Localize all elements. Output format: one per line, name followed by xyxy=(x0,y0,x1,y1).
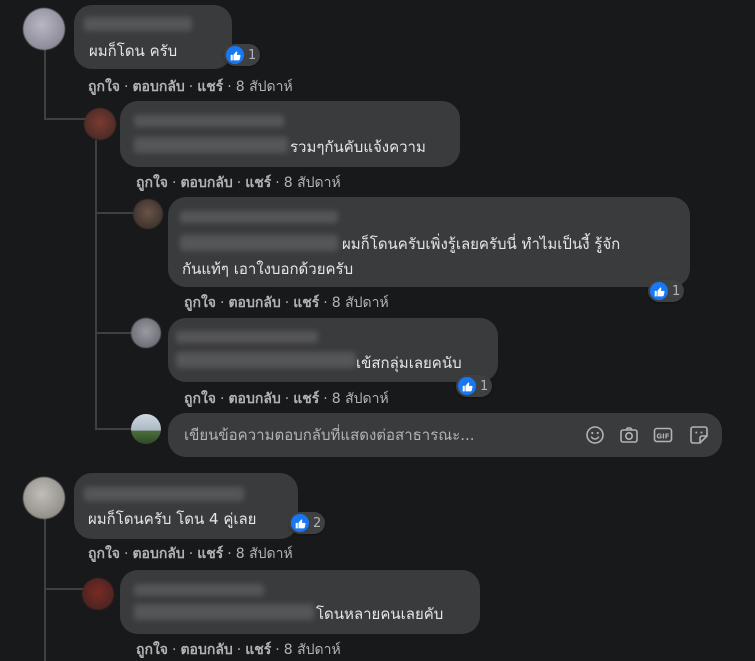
redacted-text xyxy=(134,604,314,620)
reaction-count: 1 xyxy=(480,378,489,394)
thread-line-2 xyxy=(95,140,97,430)
like-icon xyxy=(291,514,309,532)
sticker-icon[interactable] xyxy=(689,425,709,445)
comment-actions: ถูกใจ · ตอบกลับ · แชร์ · 8 สัปดาห์ xyxy=(184,391,389,407)
timestamp[interactable]: 8 สัปดาห์ xyxy=(332,295,389,311)
comment-actions: ถูกใจ · ตอบกลับ · แชร์ · 8 สัปดาห์ xyxy=(136,642,341,658)
share-link[interactable]: แชร์ xyxy=(245,175,271,191)
reaction-badge[interactable]: 1 xyxy=(456,375,493,397)
redacted-author-name[interactable] xyxy=(134,115,284,127)
comment-bubble: ผมก็โดนครับเพิ่งรู้เลยครับนี่ ทำไมเป็นงี… xyxy=(168,197,690,287)
reply-input[interactable]: เขียนข้อความตอบกลับที่แสดงต่อสาธารณะ... xyxy=(184,413,475,457)
redacted-text xyxy=(180,235,338,251)
comment-text: เข้สกลุ่มเลยคนับ xyxy=(356,354,462,372)
like-link[interactable]: ถูกใจ xyxy=(136,642,168,658)
share-link[interactable]: แชร์ xyxy=(293,391,319,407)
like-icon xyxy=(650,282,668,300)
thread-line-2-branch-c xyxy=(95,428,133,430)
comment-bubble: ผมก็โดนครับ โดน 4 คู่เลย xyxy=(74,473,298,539)
avatar[interactable] xyxy=(131,318,161,348)
thread-line-2-branch-b xyxy=(95,332,133,334)
comment-actions: ถูกใจ · ตอบกลับ · แชร์ · 8 สัปดาห์ xyxy=(88,546,293,562)
like-link[interactable]: ถูกใจ xyxy=(88,79,120,95)
emoji-icon[interactable] xyxy=(585,425,605,445)
reaction-badge[interactable]: 1 xyxy=(224,44,261,66)
reply-link[interactable]: ตอบกลับ xyxy=(180,642,232,658)
redacted-text xyxy=(176,352,356,368)
thread-line-3-branch xyxy=(44,588,86,590)
comment-actions: ถูกใจ · ตอบกลับ · แชร์ · 8 สัปดาห์ xyxy=(184,295,389,311)
reply-link[interactable]: ตอบกลับ xyxy=(180,175,232,191)
like-link[interactable]: ถูกใจ xyxy=(184,391,216,407)
svg-text:GIF: GIF xyxy=(656,432,669,440)
share-link[interactable]: แชร์ xyxy=(293,295,319,311)
redacted-text xyxy=(134,137,288,153)
comment-bubble: ผมก็โดน ครับ xyxy=(74,5,232,69)
like-link[interactable]: ถูกใจ xyxy=(136,175,168,191)
reaction-count: 2 xyxy=(313,515,322,531)
redacted-author-name[interactable] xyxy=(134,584,264,596)
reaction-badge[interactable]: 1 xyxy=(648,280,685,302)
like-link[interactable]: ถูกใจ xyxy=(88,546,120,562)
comment-actions: ถูกใจ · ตอบกลับ · แชร์ · 8 สัปดาห์ xyxy=(88,79,293,95)
avatar[interactable] xyxy=(84,108,116,140)
like-link[interactable]: ถูกใจ xyxy=(184,295,216,311)
reply-link[interactable]: ตอบกลับ xyxy=(132,79,184,95)
comment-actions: ถูกใจ · ตอบกลับ · แชร์ · 8 สัปดาห์ xyxy=(136,175,341,191)
reaction-count: 1 xyxy=(248,47,257,63)
timestamp[interactable]: 8 สัปดาห์ xyxy=(284,642,341,658)
timestamp[interactable]: 8 สัปดาห์ xyxy=(236,79,293,95)
camera-icon[interactable] xyxy=(619,425,639,445)
like-icon xyxy=(226,46,244,64)
reply-link[interactable]: ตอบกลับ xyxy=(132,546,184,562)
comment-text: รวมๆกันคับแจ้งความ xyxy=(290,138,426,156)
timestamp[interactable]: 8 สัปดาห์ xyxy=(284,175,341,191)
comment-bubble: รวมๆกันคับแจ้งความ xyxy=(120,101,460,167)
comment-text: ผมก็โดนครับ โดน 4 คู่เลย xyxy=(88,510,257,528)
comment-text-line-1: ผมก็โดนครับเพิ่งรู้เลยครับนี่ ทำไมเป็นงี… xyxy=(342,235,621,253)
reaction-badge[interactable]: 2 xyxy=(289,512,326,534)
avatar[interactable] xyxy=(23,477,65,519)
redacted-author-name[interactable] xyxy=(84,17,192,31)
comment-bubble: โดนหลายคนเลยคับ xyxy=(120,570,480,634)
share-link[interactable]: แชร์ xyxy=(197,546,223,562)
timestamp[interactable]: 8 สัปดาห์ xyxy=(236,546,293,562)
avatar[interactable] xyxy=(23,8,65,50)
thread-line-1 xyxy=(44,48,46,120)
comment-bubble: เข้สกลุ่มเลยคนับ xyxy=(168,318,498,382)
thread-line-2-branch-a xyxy=(95,212,133,214)
redacted-author-name[interactable] xyxy=(84,487,244,501)
reply-composer[interactable]: เขียนข้อความตอบกลับที่แสดงต่อสาธารณะ... … xyxy=(168,413,722,457)
avatar xyxy=(131,414,161,444)
share-link[interactable]: แชร์ xyxy=(245,642,271,658)
avatar[interactable] xyxy=(82,578,114,610)
like-icon xyxy=(458,377,476,395)
share-link[interactable]: แชร์ xyxy=(197,79,223,95)
comment-text: โดนหลายคนเลยคับ xyxy=(316,605,444,623)
timestamp[interactable]: 8 สัปดาห์ xyxy=(332,391,389,407)
comment-text: ผมก็โดน ครับ xyxy=(89,42,178,60)
gif-icon[interactable]: GIF xyxy=(653,425,673,445)
avatar[interactable] xyxy=(133,199,163,229)
comment-text-line-2: กันแท้ๆ เอาใงบอกด้วยครับ xyxy=(182,260,354,278)
reply-link[interactable]: ตอบกลับ xyxy=(228,391,280,407)
reply-link[interactable]: ตอบกลับ xyxy=(228,295,280,311)
thread-line-1-branch xyxy=(44,118,86,120)
redacted-author-name[interactable] xyxy=(180,211,338,223)
reaction-count: 1 xyxy=(672,283,681,299)
redacted-author-name[interactable] xyxy=(176,331,318,343)
